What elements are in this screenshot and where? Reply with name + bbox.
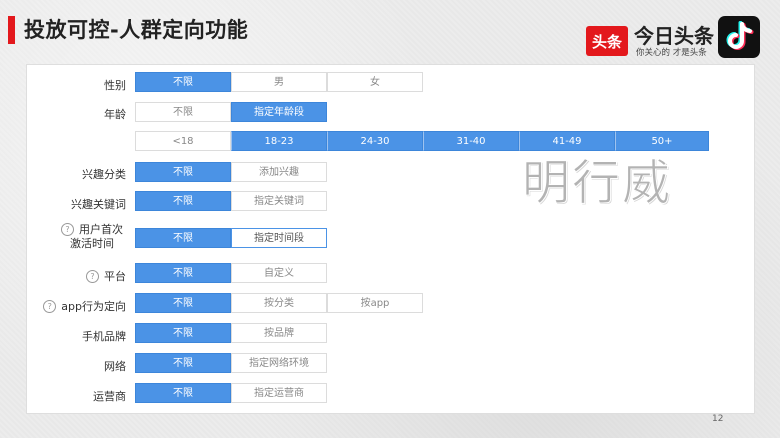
first-activation-label: ? 用户首次 激活时间	[52, 223, 132, 251]
gender-label: 性别	[104, 79, 126, 92]
app-behavior-by-category-button[interactable]: 按分类	[231, 293, 327, 313]
phone-brand-label: 手机品牌	[82, 330, 126, 343]
interest-category-label: 兴趣分类	[82, 168, 126, 181]
page-number: 12	[712, 414, 724, 424]
toutiao-slogan: 你关心的 才是头条	[636, 48, 707, 58]
carrier-custom-button[interactable]: 指定运营商	[231, 383, 327, 403]
age-range-24-30[interactable]: 24-30	[327, 131, 423, 151]
age-label: 年龄	[104, 108, 126, 121]
interest-category-option-any[interactable]: 不限	[135, 162, 231, 182]
network-label: 网络	[104, 360, 126, 373]
tiktok-logo-icon	[718, 16, 760, 58]
help-icon[interactable]: ?	[43, 300, 57, 313]
age-range-under-18[interactable]: <18	[135, 131, 231, 151]
phone-brand-option-any[interactable]: 不限	[135, 323, 231, 343]
interest-keywords-option-any[interactable]: 不限	[135, 191, 231, 211]
toutiao-logo: 头条	[586, 26, 628, 56]
watermark-text: 明行威	[521, 155, 673, 212]
interest-keywords-label: 兴趣关键词	[71, 198, 126, 211]
platform-option-any[interactable]: 不限	[135, 263, 231, 283]
gender-option-female[interactable]: 女	[327, 72, 423, 92]
help-icon[interactable]: ?	[86, 270, 99, 283]
gender-option-any[interactable]: 不限	[135, 72, 231, 92]
interest-category-add-button[interactable]: 添加兴趣	[231, 162, 327, 182]
carrier-label: 运营商	[93, 390, 126, 403]
title-accent-bar	[8, 16, 15, 44]
phone-brand-by-brand-button[interactable]: 按品牌	[231, 323, 327, 343]
app-behavior-by-app-button[interactable]: 按app	[327, 293, 423, 313]
toutiao-brand-name: 今日头条	[634, 24, 714, 48]
interest-keywords-custom-button[interactable]: 指定关键词	[231, 191, 327, 211]
help-icon[interactable]: ?	[61, 223, 74, 236]
network-option-any[interactable]: 不限	[135, 353, 231, 373]
first-activation-option-any[interactable]: 不限	[135, 228, 231, 248]
platform-custom-button[interactable]: 自定义	[231, 263, 327, 283]
app-behavior-option-any[interactable]: 不限	[135, 293, 231, 313]
app-behavior-label: ? app行为定向	[20, 298, 126, 314]
first-activation-custom-button[interactable]: 指定时间段	[231, 228, 327, 248]
network-custom-button[interactable]: 指定网络环境	[231, 353, 327, 373]
age-range-31-40[interactable]: 31-40	[423, 131, 519, 151]
slide-title: 投放可控-人群定向功能	[24, 18, 249, 42]
platform-label: ? 平台	[40, 268, 126, 284]
age-range-18-23[interactable]: 18-23	[231, 131, 327, 151]
age-option-any[interactable]: 不限	[135, 102, 231, 122]
carrier-option-any[interactable]: 不限	[135, 383, 231, 403]
age-option-custom[interactable]: 指定年龄段	[231, 102, 327, 122]
gender-option-male[interactable]: 男	[231, 72, 327, 92]
